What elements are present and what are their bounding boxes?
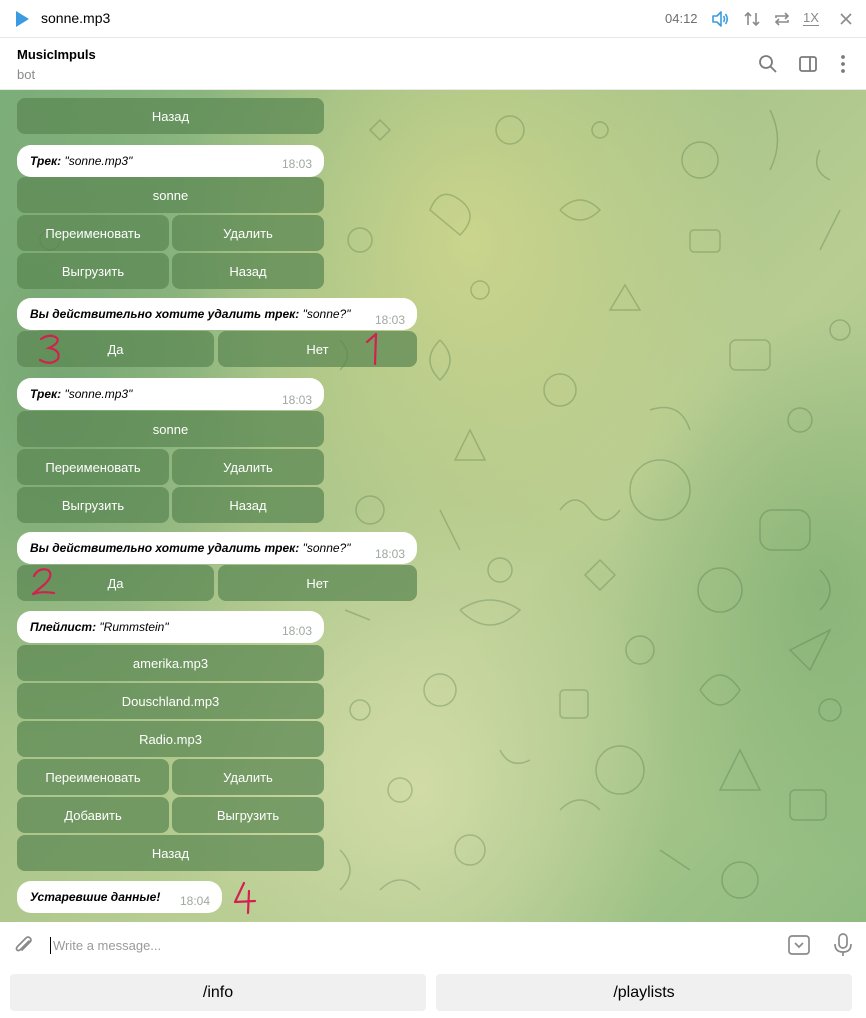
message-time: 18:03 <box>375 313 406 327</box>
message-bubble: Вы действительно хотите удалить трек: "s… <box>17 298 417 330</box>
paperclip-icon[interactable] <box>12 933 36 957</box>
chat-history[interactable]: Назад Трек: "sonne.mp3" 18:03 sonne Пере… <box>0 90 866 922</box>
message-text: Трек: "sonne.mp3" <box>30 154 133 168</box>
message-bubble: Трек: "sonne.mp3" 18:03 <box>17 378 324 410</box>
close-icon[interactable] <box>836 9 856 29</box>
inline-button-label: Назад <box>151 108 190 124</box>
bot-command-info-button[interactable]: /info <box>10 974 426 1011</box>
inline-button-track[interactable]: Radio.mp3 <box>17 721 324 757</box>
inline-button-back[interactable]: Назад <box>172 487 324 523</box>
inline-button-no[interactable]: Нет <box>218 565 417 601</box>
message-text: Вы действительно хотите удалить трек: "s… <box>30 307 351 321</box>
chat-status: bot <box>17 67 36 82</box>
message-text: Устаревшие данные! <box>30 890 161 904</box>
microphone-icon[interactable] <box>832 932 854 958</box>
playback-speed-button[interactable]: 1X <box>803 11 819 26</box>
inline-button-export[interactable]: Выгрузить <box>17 487 169 523</box>
audio-player-bar: sonne.mp3 04:12 1X <box>0 0 866 38</box>
annotation-number-4 <box>233 881 257 915</box>
inline-button-rename[interactable]: Переименовать <box>17 759 169 795</box>
message-bubble: Устаревшие данные! 18:04 <box>17 881 222 913</box>
message-time: 18:03 <box>282 393 313 407</box>
playback-order-icon[interactable] <box>742 9 762 29</box>
bot-keyboard-icon[interactable] <box>787 933 811 957</box>
message-bubble: Плейлист: "Rummstein" 18:03 <box>17 611 324 643</box>
inline-button-add[interactable]: Добавить <box>17 797 169 833</box>
chat-title[interactable]: MusicImpuls <box>17 47 96 62</box>
sidebar-toggle-icon[interactable] <box>797 53 819 75</box>
message-time: 18:03 <box>375 547 406 561</box>
inline-button-delete[interactable]: Удалить <box>172 759 324 795</box>
message-time: 18:03 <box>282 624 313 638</box>
inline-button-track[interactable]: amerika.mp3 <box>17 645 324 681</box>
inline-button-back[interactable]: Назад <box>17 835 324 871</box>
message-input-bar: Write a message... <box>0 922 866 968</box>
message-time: 18:03 <box>282 157 313 171</box>
inline-button-export[interactable]: Выгрузить <box>172 797 324 833</box>
inline-button-track[interactable]: sonne <box>17 411 324 447</box>
inline-button-delete[interactable]: Удалить <box>172 215 324 251</box>
message-text: Трек: "sonne.mp3" <box>30 387 133 401</box>
message-time: 18:04 <box>180 894 211 908</box>
message-input[interactable]: Write a message... <box>53 938 161 953</box>
annotation-number-3 <box>38 334 60 364</box>
search-icon[interactable] <box>757 53 779 75</box>
inline-button-back[interactable]: Назад <box>172 253 324 289</box>
inline-button-rename[interactable]: Переименовать <box>17 215 169 251</box>
message-bubble: Вы действительно хотите удалить трек: "s… <box>17 532 417 564</box>
inline-button-track[interactable]: sonne <box>17 177 324 213</box>
more-options-icon[interactable] <box>832 53 854 75</box>
player-track-name[interactable]: sonne.mp3 <box>41 10 110 26</box>
volume-icon[interactable] <box>710 9 730 29</box>
inline-button-delete[interactable]: Удалить <box>172 449 324 485</box>
inline-button-export[interactable]: Выгрузить <box>17 253 169 289</box>
bot-command-playlists-button[interactable]: /playlists <box>436 974 852 1011</box>
message-bubble: Трек: "sonne.mp3" 18:03 <box>17 145 324 177</box>
player-time: 04:12 <box>665 11 698 26</box>
repeat-icon[interactable] <box>772 9 792 29</box>
annotation-number-1 <box>365 332 378 366</box>
message-text: Вы действительно хотите удалить трек: "s… <box>30 541 351 555</box>
message-text: Плейлист: "Rummstein" <box>30 620 169 634</box>
text-cursor <box>50 937 51 954</box>
inline-button-track[interactable]: Douschland.mp3 <box>17 683 324 719</box>
annotation-number-2 <box>31 568 56 596</box>
play-icon[interactable] <box>14 10 30 28</box>
chat-header: MusicImpuls bot <box>0 38 866 90</box>
inline-button-rename[interactable]: Переименовать <box>17 449 169 485</box>
inline-button-back[interactable]: Назад <box>17 98 324 134</box>
bot-reply-keyboard: /info /playlists <box>0 968 866 1018</box>
